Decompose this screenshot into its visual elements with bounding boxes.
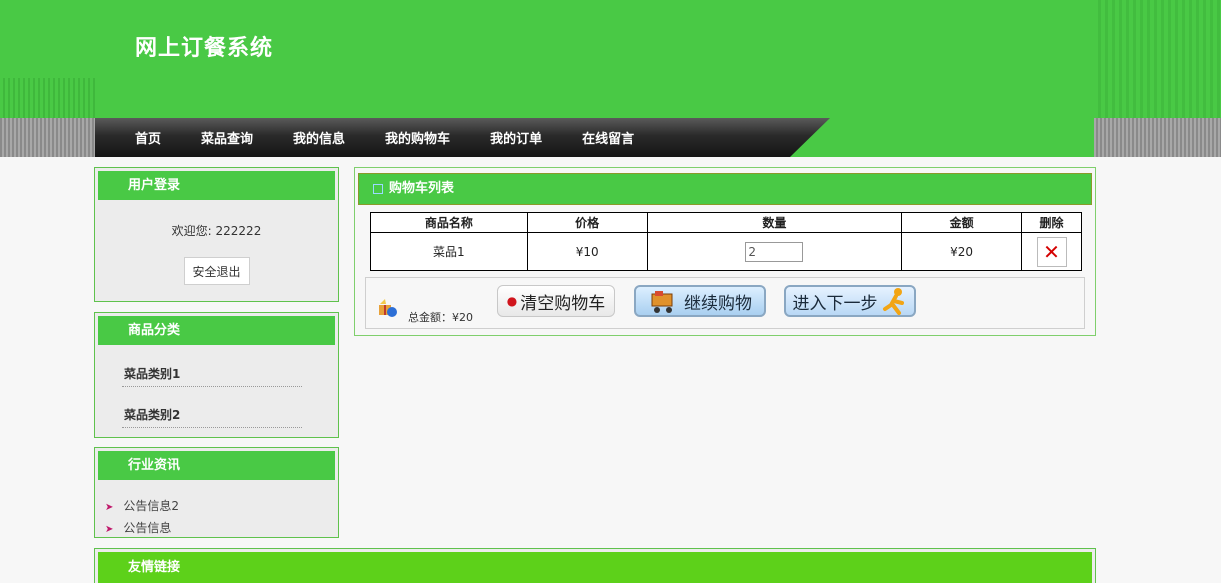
clear-cart-button[interactable]: ● 清空购物车 bbox=[497, 285, 615, 317]
column-header: 删除 bbox=[1021, 212, 1082, 233]
next-step-button[interactable]: 进入下一步 bbox=[784, 285, 916, 317]
news-link-2[interactable]: ➤ 公告信息 bbox=[105, 517, 338, 539]
nav-item-my-cart[interactable]: 我的购物车 bbox=[385, 128, 450, 147]
category-link-1[interactable]: 菜品类别1 bbox=[122, 362, 302, 387]
nav-item-message[interactable]: 在线留言 bbox=[582, 128, 634, 147]
item-name: 菜品1 bbox=[370, 232, 528, 271]
continue-shopping-label: 继续购物 bbox=[684, 293, 752, 314]
column-header: 价格 bbox=[526, 212, 648, 233]
welcome-text: 欢迎您: 222222 bbox=[171, 224, 262, 238]
cart-title-text: 购物车列表 bbox=[389, 181, 455, 196]
news-panel: 行业资讯 ➤ 公告信息2 ➤ 公告信息 bbox=[94, 447, 339, 538]
total-amount: 总金额：¥20 bbox=[408, 311, 473, 324]
login-panel: 用户登录 欢迎您: 222222 安全退出 bbox=[94, 167, 339, 302]
news-list: ➤ 公告信息2 ➤ 公告信息 bbox=[95, 483, 338, 539]
dot-icon: ● bbox=[506, 294, 518, 308]
gift-icon bbox=[379, 299, 397, 317]
table-header-row: 商品名称 价格 数量 金额 删除 bbox=[370, 212, 1082, 233]
login-panel-title: 用户登录 bbox=[98, 171, 335, 200]
delete-icon[interactable]: ✕ bbox=[1036, 236, 1067, 267]
continue-shopping-button[interactable]: 继续购物 bbox=[634, 285, 766, 317]
cart-icon bbox=[651, 291, 673, 313]
category-panel-title: 商品分类 bbox=[98, 316, 335, 345]
news-link-label: 公告信息 bbox=[123, 521, 172, 535]
links-panel-title: 友情链接 bbox=[98, 552, 1092, 583]
nav-item-my-info[interactable]: 我的信息 bbox=[293, 128, 345, 147]
nav-item-dish-search[interactable]: 菜品查询 bbox=[201, 128, 253, 147]
nav-decoration bbox=[790, 118, 1094, 157]
item-amount: ¥20 bbox=[901, 232, 1023, 271]
header-decoration bbox=[0, 78, 95, 118]
nav-item-home[interactable]: 首页 bbox=[135, 128, 161, 147]
category-panel: 商品分类 菜品类别1 菜品类别2 bbox=[94, 312, 339, 438]
category-list: 菜品类别1 菜品类别2 bbox=[95, 348, 338, 428]
news-link-1[interactable]: ➤ 公告信息2 bbox=[105, 495, 338, 517]
bullet-icon: ➤ bbox=[105, 502, 114, 513]
links-panel: 友情链接 bbox=[94, 548, 1096, 583]
news-link-label: 公告信息2 bbox=[123, 499, 180, 513]
cart-table: 商品名称 价格 数量 金额 删除 菜品1 ¥10 ¥20 ✕ bbox=[370, 212, 1082, 271]
header-decoration bbox=[1094, 0, 1221, 118]
square-icon bbox=[373, 184, 383, 194]
column-header: 数量 bbox=[646, 212, 903, 233]
item-delete-cell: ✕ bbox=[1021, 232, 1082, 271]
table-row: 菜品1 ¥10 ¥20 ✕ bbox=[370, 232, 1082, 271]
clear-cart-label: 清空购物车 bbox=[520, 293, 606, 314]
runner-icon bbox=[882, 288, 904, 315]
category-link-2[interactable]: 菜品类别2 bbox=[122, 403, 302, 428]
item-price: ¥10 bbox=[526, 232, 648, 271]
site-title: 网上订餐系统 bbox=[135, 35, 274, 61]
nav-item-my-orders[interactable]: 我的订单 bbox=[490, 128, 542, 147]
main-nav: 首页 菜品查询 我的信息 我的购物车 我的订单 在线留言 bbox=[95, 118, 634, 157]
cart-panel: 购物车列表 商品名称 价格 数量 金额 删除 菜品1 ¥10 ¥20 bbox=[354, 167, 1096, 336]
quantity-input[interactable] bbox=[745, 241, 804, 262]
next-step-label: 进入下一步 bbox=[792, 293, 878, 314]
column-header: 商品名称 bbox=[370, 212, 528, 233]
news-panel-title: 行业资讯 bbox=[98, 451, 335, 480]
logout-button[interactable]: 安全退出 bbox=[183, 257, 250, 285]
cart-panel-title: 购物车列表 bbox=[358, 173, 1092, 205]
cart-actions: 总金额：¥20 ● 清空购物车 继续购物 进入下一步 bbox=[365, 277, 1085, 329]
item-quantity-cell bbox=[646, 232, 903, 271]
column-header: 金额 bbox=[901, 212, 1023, 233]
bullet-icon: ➤ bbox=[105, 524, 114, 535]
